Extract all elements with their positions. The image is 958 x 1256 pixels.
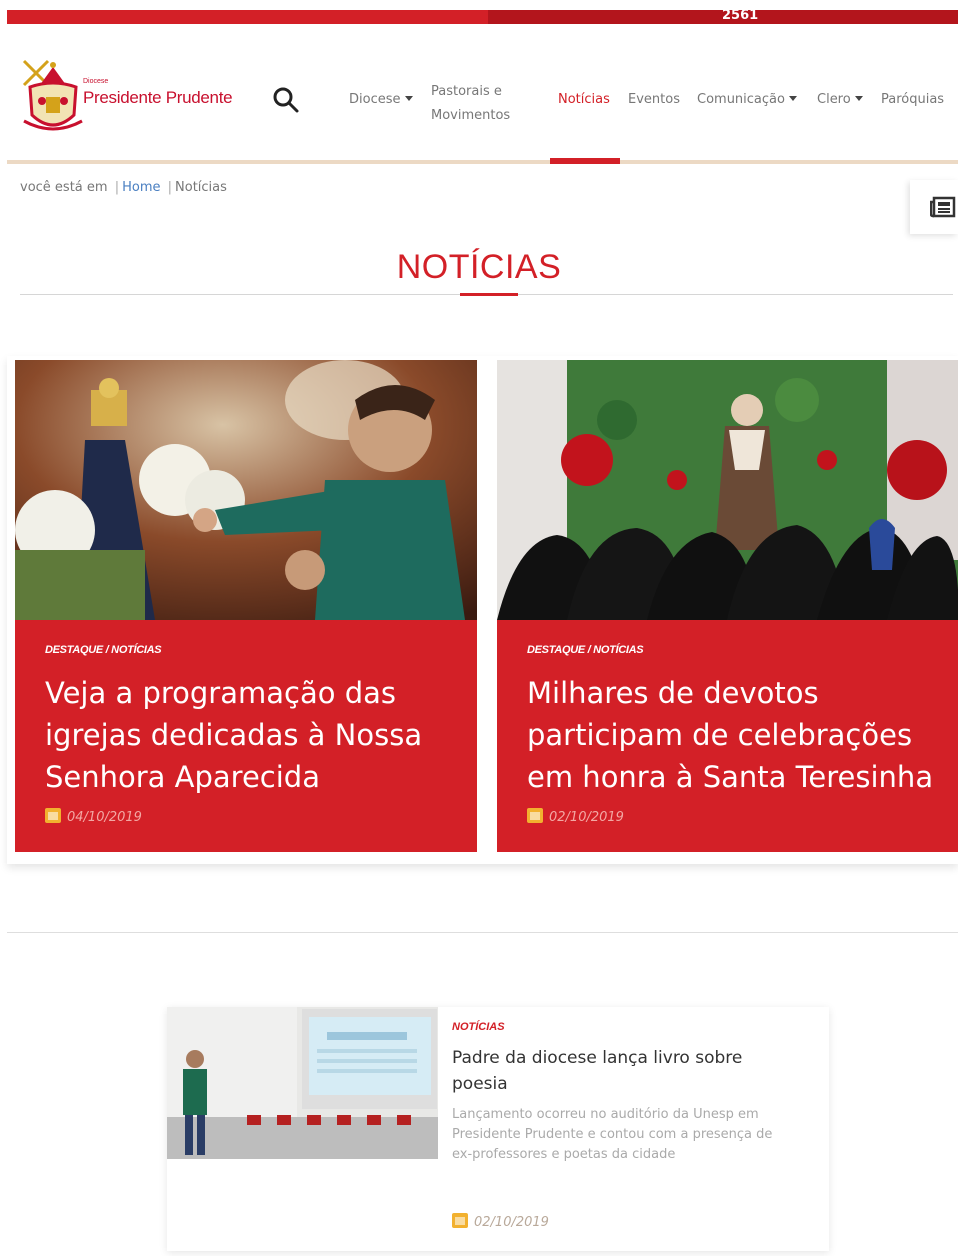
featured-date-text: 04/10/2019 bbox=[67, 810, 142, 825]
calendar-icon bbox=[452, 1213, 468, 1228]
featured-category[interactable]: DESTAQUE / NOTÍCIAS bbox=[527, 644, 644, 656]
news-list-category[interactable]: NOTÍCIAS bbox=[452, 1021, 505, 1033]
breadcrumb-prefix: você está em bbox=[20, 180, 108, 195]
nav-item-label-line2: Movimentos bbox=[431, 108, 511, 123]
nav-item-label: Diocese bbox=[349, 92, 401, 107]
nav-item-clero[interactable]: Clero bbox=[817, 92, 863, 107]
nav-item-diocese[interactable]: Diocese bbox=[349, 92, 413, 107]
nav-item-label: Clero bbox=[817, 92, 851, 107]
breadcrumb-current: Notícias bbox=[175, 180, 227, 195]
nav-item-label: Comunicação bbox=[697, 92, 785, 107]
featured-date: 04/10/2019 bbox=[45, 808, 142, 825]
caret-down-icon bbox=[854, 96, 863, 101]
news-list-headline[interactable]: Padre da diocese lança livro sobre poesi… bbox=[452, 1045, 792, 1097]
diocese-logo[interactable] bbox=[18, 55, 88, 143]
featured-headline[interactable]: Milhares de devotos participam de celebr… bbox=[527, 672, 947, 798]
breadcrumb-separator: | bbox=[114, 180, 120, 195]
news-list-excerpt: Lançamento ocorreu no auditório da Unesp… bbox=[452, 1107, 773, 1162]
section-divider bbox=[7, 932, 958, 933]
page-title: NOTÍCIAS bbox=[396, 248, 562, 286]
featured-date-text: 02/10/2019 bbox=[549, 810, 624, 825]
news-list-item[interactable]: NOTÍCIAS Padre da diocese lança livro so… bbox=[167, 1007, 829, 1251]
caret-down-icon bbox=[788, 96, 797, 101]
featured-image-aparecida bbox=[15, 360, 477, 620]
nav-item-eventos[interactable]: Eventos bbox=[628, 92, 680, 107]
nav-item-label-line1: Pastorais e bbox=[431, 84, 502, 99]
breadcrumb-separator: | bbox=[167, 180, 173, 195]
nav-item-pastorais[interactable]: Pastorais e Movimentos bbox=[431, 80, 510, 128]
title-accent-bar bbox=[460, 293, 518, 296]
calendar-icon bbox=[527, 808, 543, 823]
news-list-date-text: 02/10/2019 bbox=[474, 1215, 549, 1230]
diocese-crest-icon bbox=[22, 59, 83, 131]
logo-small-text: Diocese bbox=[83, 78, 109, 85]
featured-headline[interactable]: Veja a programação das igrejas dedicadas… bbox=[45, 672, 465, 798]
breadcrumb: você está em | Home | Notícias bbox=[20, 180, 227, 195]
top-strip-number: 2561 bbox=[722, 8, 759, 23]
header-divider bbox=[7, 160, 958, 164]
search-button[interactable] bbox=[270, 84, 302, 116]
featured-image-santa-teresinha bbox=[497, 360, 958, 620]
nav-item-label: Paróquias bbox=[881, 92, 945, 107]
featured-card-body: DESTAQUE / NOTÍCIAS Milhares de devotos … bbox=[497, 620, 958, 852]
news-list-date: 02/10/2019 bbox=[452, 1213, 549, 1230]
nav-item-label: Notícias bbox=[558, 92, 610, 107]
newspaper-icon bbox=[930, 196, 956, 218]
top-strip: 2561 bbox=[7, 8, 958, 24]
calendar-icon bbox=[45, 808, 61, 823]
news-list-image bbox=[167, 1007, 438, 1159]
featured-card[interactable]: DESTAQUE / NOTÍCIAS Milhares de devotos … bbox=[497, 360, 958, 852]
side-tab-button[interactable] bbox=[910, 180, 958, 234]
nav-item-noticias[interactable]: Notícias bbox=[558, 92, 610, 107]
featured-date: 02/10/2019 bbox=[527, 808, 624, 825]
featured-category[interactable]: DESTAQUE / NOTÍCIAS bbox=[45, 644, 162, 656]
nav-item-comunicacao[interactable]: Comunicação bbox=[697, 92, 797, 107]
nav-item-label: Eventos bbox=[628, 92, 680, 107]
featured-card[interactable]: DESTAQUE / NOTÍCIAS Veja a programação d… bbox=[15, 360, 477, 852]
breadcrumb-home-link[interactable]: Home bbox=[122, 180, 160, 195]
nav-active-indicator bbox=[550, 158, 620, 164]
featured-card-body: DESTAQUE / NOTÍCIAS Veja a programação d… bbox=[15, 620, 477, 852]
nav-item-paroquias[interactable]: Paróquias bbox=[881, 92, 944, 107]
caret-down-icon bbox=[404, 96, 413, 101]
logo-name[interactable]: Presidente Prudente bbox=[83, 88, 233, 108]
search-icon bbox=[273, 87, 299, 113]
